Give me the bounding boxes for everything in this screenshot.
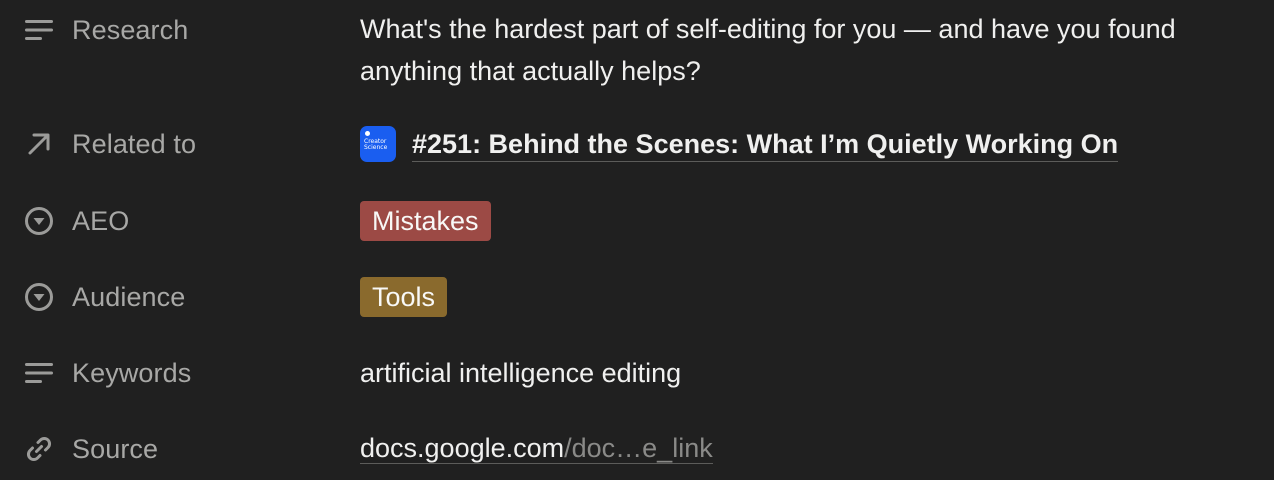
audience-value: Tools [360, 277, 448, 317]
related-value: Creator Science #251: Behind the Scenes:… [360, 124, 1119, 164]
select-tag-tools[interactable]: Tools [360, 277, 448, 317]
property-label: Keywords [72, 357, 192, 388]
text-lines-icon [22, 356, 56, 390]
property-label: Source [72, 433, 159, 464]
property-label: Related to [72, 128, 197, 159]
relation-page-title[interactable]: #251: Behind the Scenes: What I’m Quietl… [412, 127, 1119, 162]
source-value: docs.google.com/doc…e_link [360, 431, 713, 465]
source-link-path: /doc…e_link [564, 433, 713, 463]
research-value[interactable]: What's the hardest part of self-editing … [360, 8, 1260, 92]
source-link[interactable]: docs.google.com/doc…e_link [360, 433, 713, 464]
property-name-related-to[interactable]: Related to [22, 124, 196, 164]
relation-page-link[interactable]: Creator Science #251: Behind the Scenes:… [360, 124, 1119, 164]
select-tag-mistakes[interactable]: Mistakes [360, 201, 491, 241]
property-name-keywords[interactable]: Keywords [22, 353, 191, 393]
select-circle-icon [22, 280, 56, 314]
property-name-aeo[interactable]: AEO [22, 201, 129, 241]
property-name-research[interactable]: Research [22, 10, 188, 50]
property-name-source[interactable]: Source [22, 429, 158, 469]
property-name-audience[interactable]: Audience [22, 277, 185, 317]
select-circle-icon [22, 204, 56, 238]
text-lines-icon [22, 13, 56, 47]
aeo-value: Mistakes [360, 201, 491, 241]
page-thumbnail: Creator Science [360, 126, 396, 162]
property-label: Research [72, 14, 189, 45]
property-label: Audience [72, 281, 186, 312]
keywords-value[interactable]: artificial intelligence editing [360, 353, 681, 393]
link-icon [22, 432, 56, 466]
arrow-up-right-icon [22, 127, 56, 161]
source-link-domain: docs.google.com [360, 433, 565, 463]
property-label: AEO [72, 205, 130, 236]
